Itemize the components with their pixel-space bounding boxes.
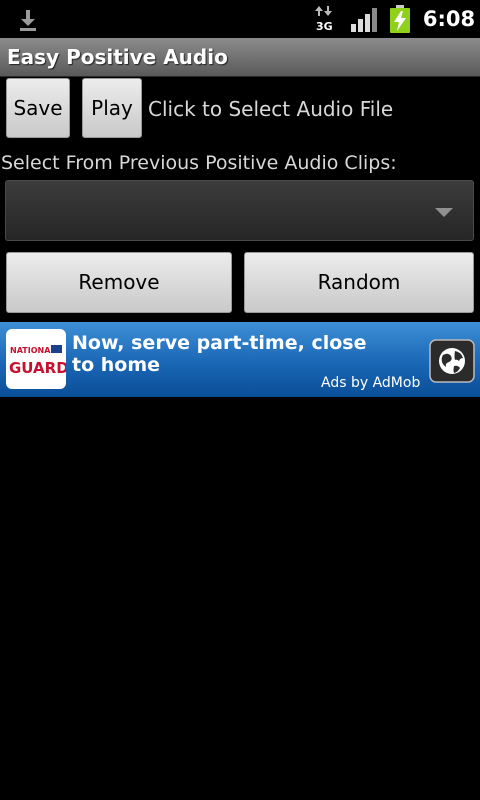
save-button[interactable]: Save	[6, 78, 70, 138]
previous-clips-spinner[interactable]	[5, 180, 474, 241]
national-guard-logo: NATIONAL GUARD	[6, 329, 69, 389]
status-bar: 3G 6:08	[0, 0, 480, 38]
random-button[interactable]: Random	[244, 252, 474, 313]
remove-button[interactable]: Remove	[6, 252, 232, 313]
ad-attribution: Ads by AdMob	[321, 375, 421, 391]
battery-charging-icon	[390, 5, 410, 33]
signal-icon	[351, 8, 377, 32]
play-button[interactable]: Play	[82, 78, 142, 138]
ad-headline: Now, serve part-time, close to home	[72, 332, 367, 376]
logo-text-top: NATIONAL	[10, 346, 55, 355]
previous-clips-label: Select From Previous Positive Audio Clip…	[1, 152, 397, 174]
app-title: Easy Positive Audio	[7, 45, 228, 69]
logo-text-bottom: GUARD	[9, 359, 66, 377]
ad-banner[interactable]: NATIONAL GUARD Now, serve part-time, clo…	[0, 322, 480, 397]
title-bar: Easy Positive Audio	[0, 38, 480, 77]
globe-icon[interactable]	[429, 339, 475, 383]
status-clock: 6:08	[422, 7, 476, 31]
network-3g-icon: 3G	[315, 6, 333, 32]
select-audio-file-link[interactable]: Click to Select Audio File	[148, 92, 393, 126]
chevron-down-icon	[435, 208, 453, 217]
download-icon	[20, 10, 36, 31]
network-label: 3G	[316, 20, 333, 32]
national-guard-logo-icon: NATIONAL GUARD	[9, 343, 69, 377]
